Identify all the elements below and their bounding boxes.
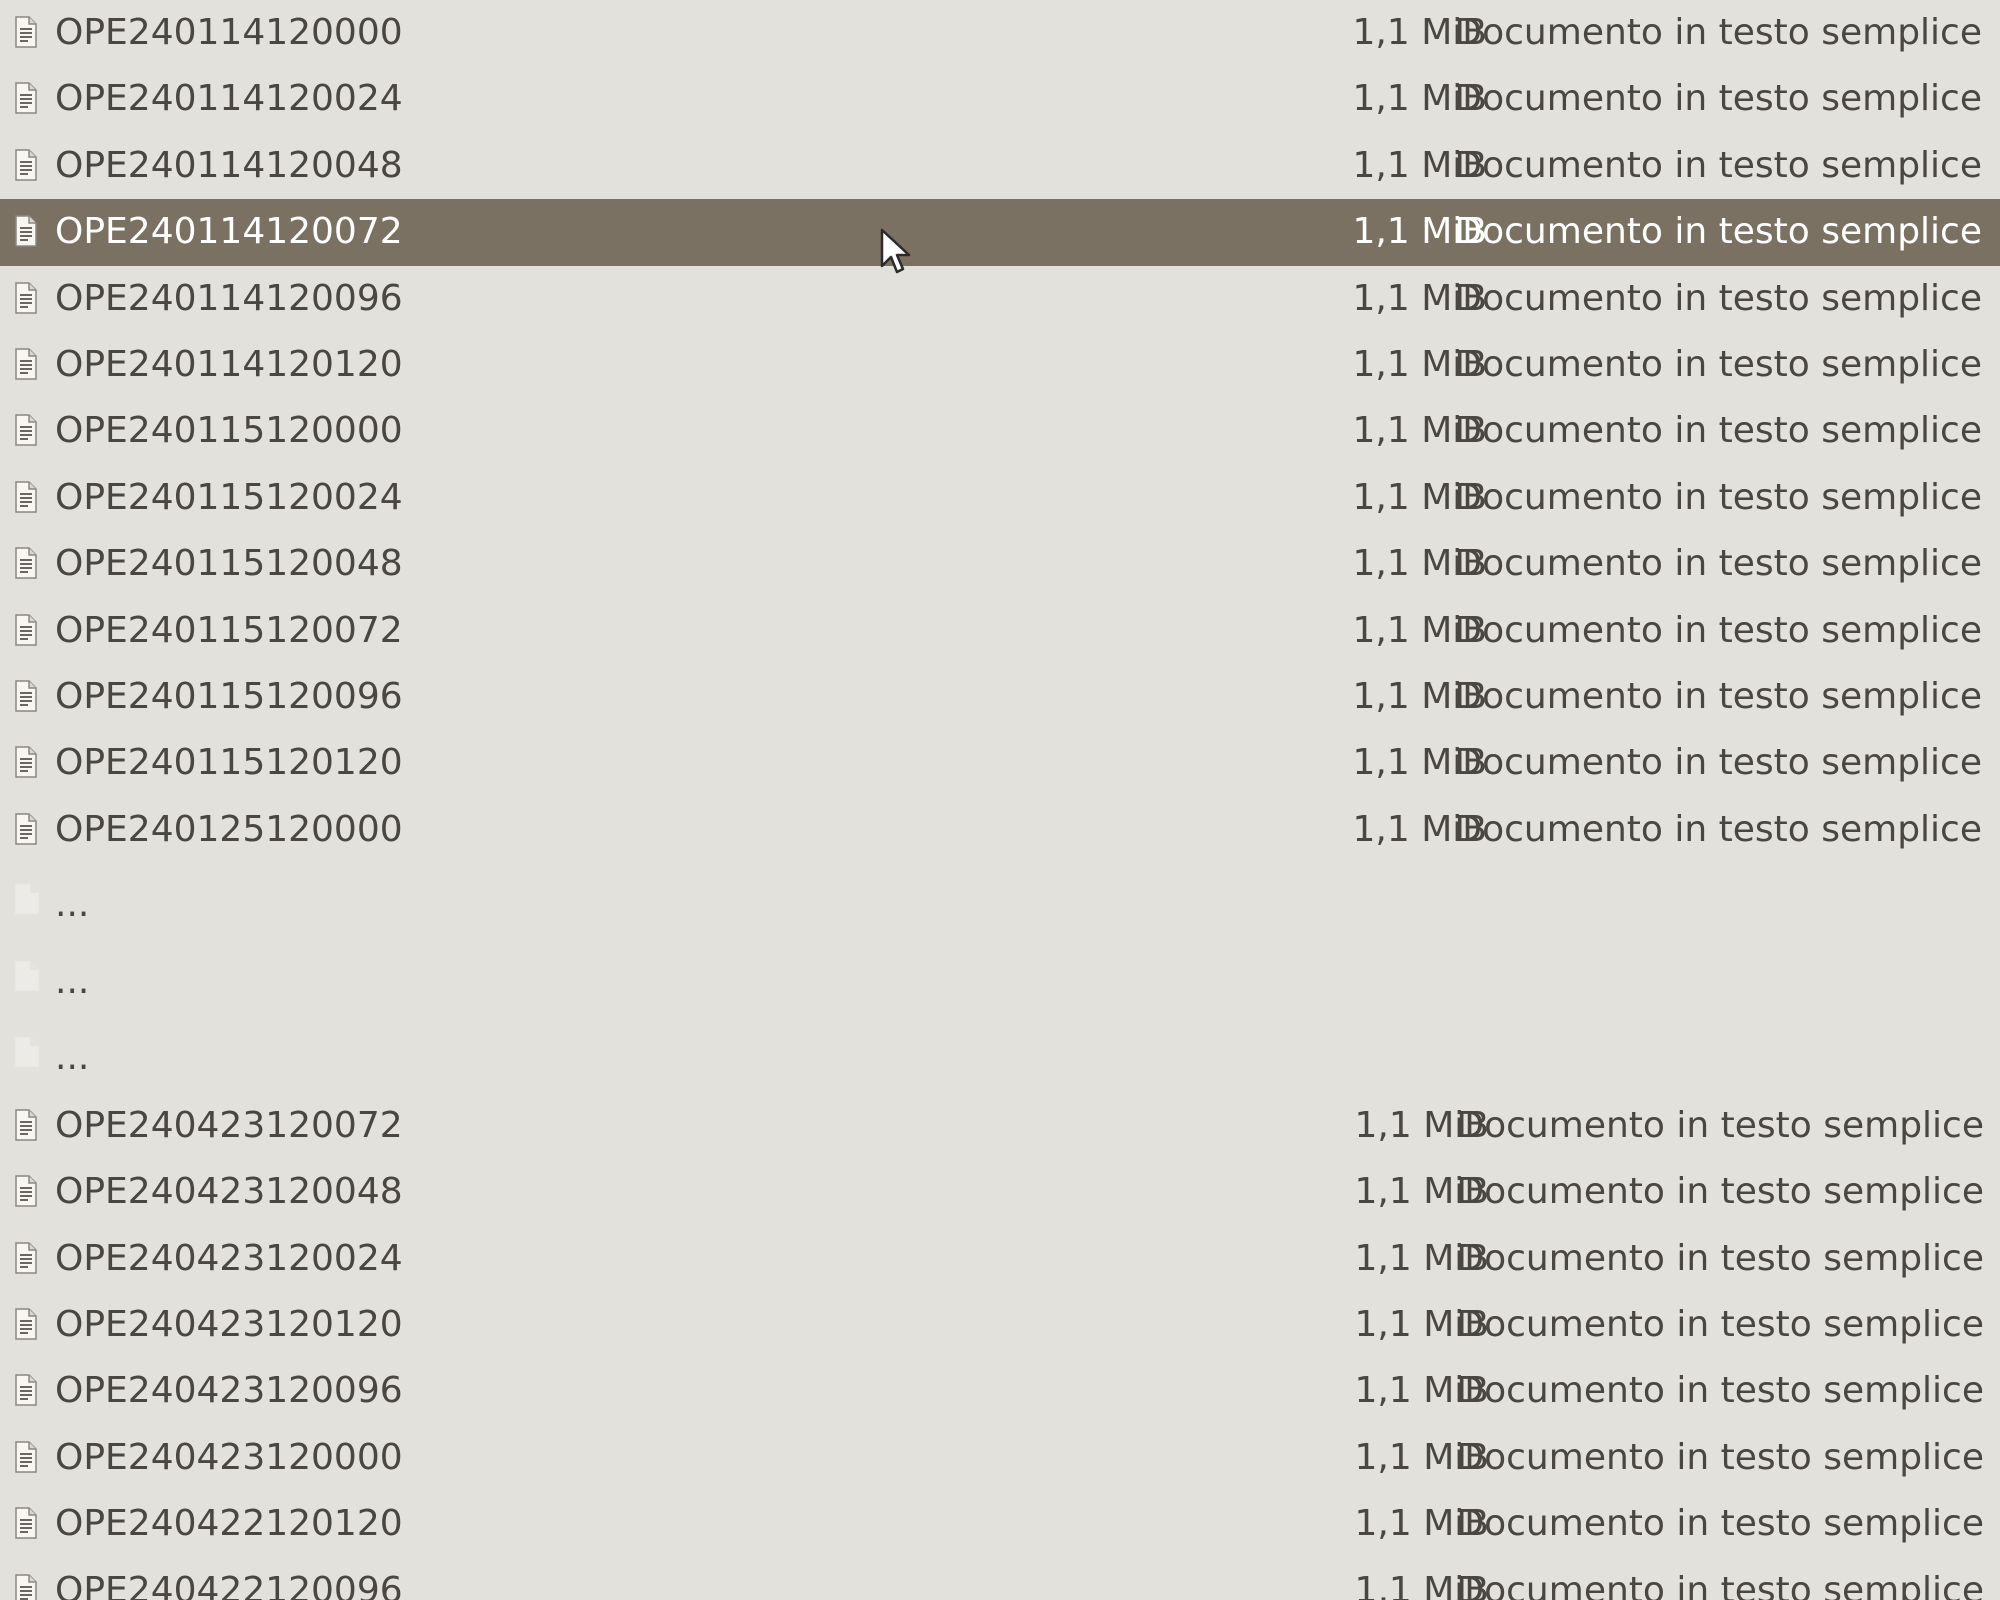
file-row[interactable]: OPE240422120096 1,1 MiB Documento in tes…: [0, 1558, 2000, 1600]
file-type: Documento in testo semplice: [1454, 78, 1982, 120]
file-list-bottom-section: OPE240423120072 1,1 MiB Documento in tes…: [0, 1093, 2000, 1600]
file-type: Documento in testo semplice: [1454, 211, 1982, 253]
file-type: Documento in testo semplice: [1456, 1370, 1984, 1412]
file-name: OPE240115120072: [55, 609, 403, 651]
file-name: OPE240423120072: [55, 1104, 403, 1146]
text-document-icon: [14, 1308, 38, 1340]
file-name: OPE240114120024: [55, 78, 403, 120]
file-name: OPE240423120096: [55, 1370, 403, 1412]
text-document-icon: [14, 547, 38, 579]
text-document-icon: [14, 812, 38, 845]
file-type: Documento in testo semplice: [1454, 609, 1982, 651]
file-row[interactable]: OPE240422120120 1,1 MiB Documento in tes…: [0, 1491, 2000, 1557]
text-document-icon: [14, 281, 38, 314]
file-name: OPE240115120096: [55, 675, 403, 717]
text-document-icon: [14, 16, 38, 48]
file-name: OPE240115120000: [55, 410, 403, 452]
file-type: Documento in testo semplice: [1454, 675, 1982, 717]
file-row[interactable]: OPE240423120096 1,1 MiB Documento in tes…: [0, 1358, 2000, 1424]
file-name: OPE240114120120: [55, 343, 403, 385]
file-name: OPE240125120000: [55, 808, 403, 850]
file-name: OPE240422120096: [55, 1569, 403, 1600]
text-document-icon: [14, 82, 38, 115]
file-row[interactable]: OPE240115120072 1,1 MiB Documento in tes…: [0, 598, 2000, 664]
file-name: OPE240115120024: [55, 476, 403, 518]
file-type: Documento in testo semplice: [1454, 410, 1982, 452]
file-type: Documento in testo semplice: [1454, 144, 1982, 186]
placeholder-row: ...: [0, 940, 2000, 1017]
file-type: Documento in testo semplice: [1456, 1304, 1984, 1346]
file-name: OPE240114120072: [55, 211, 403, 253]
file-name: OPE240423120024: [55, 1237, 403, 1279]
file-name: OPE240114120000: [55, 12, 403, 53]
text-document-icon: [14, 1441, 38, 1473]
file-row[interactable]: OPE240115120000 1,1 MiB Documento in tes…: [0, 398, 2000, 464]
file-row[interactable]: OPE240423120000 1,1 MiB Documento in tes…: [0, 1425, 2000, 1491]
file-name: OPE240423120048: [55, 1171, 403, 1213]
placeholder-row: ...: [0, 863, 2000, 940]
file-name: OPE240422120120: [55, 1503, 403, 1545]
file-list: OPE240114120000 1,1 MiB Documento in tes…: [0, 0, 2000, 1600]
file-type: Documento in testo semplice: [1454, 808, 1982, 850]
file-name: OPE240114120096: [55, 277, 403, 319]
file-row[interactable]: OPE240114120000 1,1 MiB Documento in tes…: [0, 0, 2000, 66]
blank-document-icon: [14, 1036, 40, 1068]
file-row[interactable]: OPE240114120048 1,1 MiB Documento in tes…: [0, 133, 2000, 199]
text-document-icon: [14, 414, 38, 447]
text-document-icon: [14, 1507, 38, 1539]
file-row[interactable]: OPE240115120120 1,1 MiB Documento in tes…: [0, 730, 2000, 796]
blank-document-icon: [14, 960, 40, 992]
text-document-icon: [14, 1241, 38, 1274]
file-type: Documento in testo semplice: [1454, 277, 1982, 319]
file-type: Documento in testo semplice: [1456, 1171, 1984, 1213]
file-type: Documento in testo semplice: [1456, 1569, 1984, 1600]
file-row[interactable]: OPE240114120096 1,1 MiB Documento in tes…: [0, 266, 2000, 332]
text-document-icon: [14, 746, 38, 779]
text-document-icon: [14, 215, 38, 247]
blank-document-icon: [14, 883, 40, 915]
file-list-top-section: OPE240114120000 1,1 MiB Documento in tes…: [0, 0, 2000, 863]
text-document-icon: [14, 1573, 38, 1600]
placeholder-row: ...: [0, 1016, 2000, 1093]
file-type: Documento in testo semplice: [1456, 1436, 1984, 1478]
file-row[interactable]: OPE240423120120 1,1 MiB Documento in tes…: [0, 1292, 2000, 1358]
text-document-icon: [14, 1109, 38, 1141]
file-list-placeholder-section: ... ... ...: [0, 863, 2000, 1093]
file-row[interactable]: OPE240115120096 1,1 MiB Documento in tes…: [0, 664, 2000, 730]
file-row[interactable]: OPE240423120048 1,1 MiB Documento in tes…: [0, 1159, 2000, 1225]
file-type: Documento in testo semplice: [1456, 1237, 1984, 1279]
file-type: Documento in testo semplice: [1456, 1503, 1984, 1545]
file-name: OPE240423120000: [55, 1436, 403, 1478]
file-type: Documento in testo semplice: [1454, 742, 1982, 784]
placeholder-label: ...: [55, 1037, 90, 1079]
file-row[interactable]: OPE240423120024 1,1 MiB Documento in tes…: [0, 1226, 2000, 1292]
file-type: Documento in testo semplice: [1454, 343, 1982, 385]
placeholder-label: ...: [55, 960, 90, 1002]
text-document-icon: [14, 613, 38, 646]
file-row[interactable]: OPE240114120120 1,1 MiB Documento in tes…: [0, 332, 2000, 398]
text-document-icon: [14, 348, 38, 380]
text-document-icon: [14, 1175, 38, 1207]
file-name: OPE240423120120: [55, 1304, 403, 1346]
placeholder-label: ...: [55, 884, 90, 926]
file-row[interactable]: OPE240423120072 1,1 MiB Documento in tes…: [0, 1093, 2000, 1159]
file-row[interactable]: OPE240114120024 1,1 MiB Documento in tes…: [0, 66, 2000, 132]
text-document-icon: [14, 1374, 38, 1407]
file-row[interactable]: OPE240115120024 1,1 MiB Documento in tes…: [0, 465, 2000, 531]
file-name: OPE240115120120: [55, 742, 403, 784]
file-type: Documento in testo semplice: [1454, 476, 1982, 518]
file-row-selected[interactable]: OPE240114120072 1,1 MiB Documento in tes…: [0, 199, 2000, 266]
file-row[interactable]: OPE240125120000 1,1 MiB Documento in tes…: [0, 797, 2000, 863]
text-document-icon: [14, 480, 38, 513]
text-document-icon: [14, 680, 38, 712]
file-name: OPE240115120048: [55, 543, 403, 585]
text-document-icon: [14, 149, 38, 181]
file-row[interactable]: OPE240115120048 1,1 MiB Documento in tes…: [0, 531, 2000, 597]
file-type: Documento in testo semplice: [1454, 543, 1982, 585]
file-type: Documento in testo semplice: [1454, 12, 1982, 53]
file-type: Documento in testo semplice: [1456, 1104, 1984, 1146]
file-name: OPE240114120048: [55, 144, 403, 186]
